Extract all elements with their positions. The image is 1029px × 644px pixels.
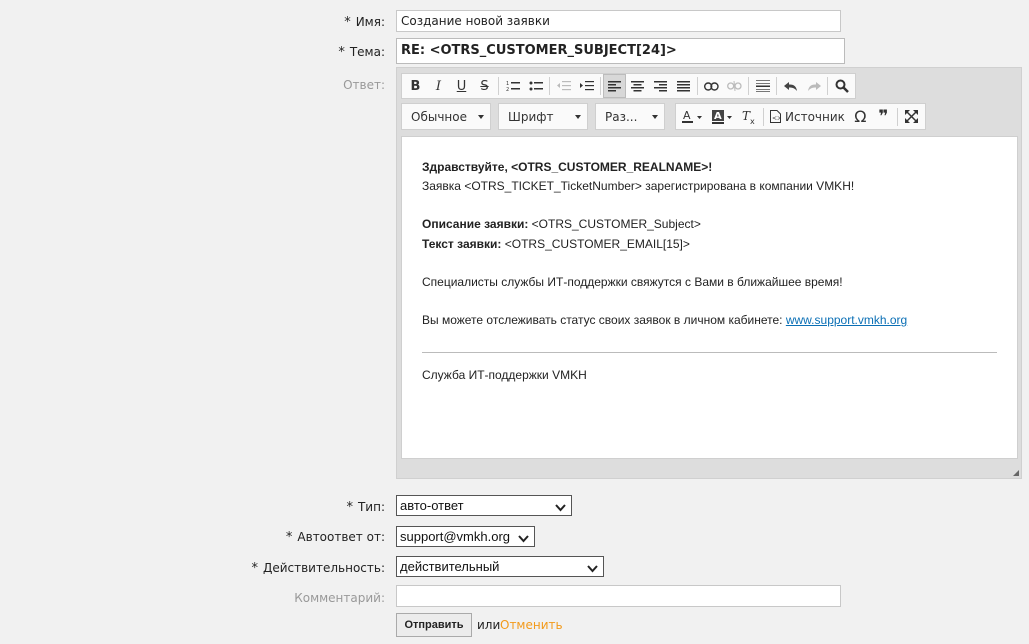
link-icon[interactable]	[700, 74, 723, 98]
required-mark: *	[285, 530, 293, 545]
comment-input[interactable]	[396, 585, 841, 607]
signature-line: Служба ИТ-поддержки VMKH	[422, 368, 587, 383]
special-char-icon[interactable]: Ω	[849, 105, 872, 129]
greeting-line: Здравствуйте, <OTRS_CUSTOMER_REALNAME>!	[422, 160, 713, 174]
answer-label: Ответ:	[343, 78, 385, 92]
align-center-icon[interactable]	[626, 74, 649, 98]
svg-text:A: A	[683, 110, 691, 122]
horizontal-line-icon[interactable]	[751, 74, 774, 98]
support-link[interactable]: www.support.vmkh.org	[786, 313, 907, 327]
editor-content[interactable]: Здравствуйте, <OTRS_CUSTOMER_REALNAME>! …	[401, 136, 1018, 459]
font-combo[interactable]: Шрифт	[498, 103, 588, 130]
track-line: Вы можете отслеживать статус своих заяво…	[422, 313, 908, 328]
required-mark: *	[338, 45, 345, 60]
chevron-down-icon	[555, 500, 566, 515]
align-left-icon[interactable]	[603, 74, 626, 98]
underline-button[interactable]: U	[450, 74, 473, 98]
subject-label: * Тема:	[338, 45, 385, 60]
bold-button[interactable]: B	[404, 74, 427, 98]
remove-format-icon[interactable]: Tx	[738, 105, 761, 129]
italic-button[interactable]: I	[427, 74, 450, 98]
background-color-icon[interactable]: A	[708, 105, 738, 129]
validity-select[interactable]: действительный	[396, 556, 604, 577]
or-text: или	[477, 618, 501, 632]
bulleted-list-icon[interactable]	[524, 74, 547, 98]
blockquote-icon[interactable]: ❞	[872, 105, 895, 129]
undo-icon[interactable]	[779, 74, 802, 98]
required-mark: *	[251, 561, 258, 576]
comment-label: Комментарий:	[294, 591, 385, 605]
unlink-icon[interactable]	[723, 74, 746, 98]
source-button[interactable]: <> Источник	[766, 105, 849, 129]
align-justify-icon[interactable]	[672, 74, 695, 98]
svg-text:<>: <>	[772, 115, 781, 122]
text-line: Текст заявки: <OTRS_CUSTOMER_EMAIL[15]>	[422, 236, 690, 251]
name-input[interactable]: Создание новой заявки	[396, 10, 841, 32]
maximize-icon[interactable]	[900, 105, 923, 129]
validity-label: * Действительность:	[251, 561, 385, 576]
strikethrough-button[interactable]: S	[473, 74, 496, 98]
ticket-line: Заявка <OTRS_TICKET_TicketNumber> зареги…	[422, 179, 855, 194]
chevron-down-icon	[518, 531, 529, 546]
cancel-link[interactable]: Отменить	[500, 618, 563, 632]
editor-toolbar-row1: B I U S 12	[401, 73, 856, 99]
specialists-line: Специалисты службы ИТ-поддержки свяжутся…	[422, 274, 843, 289]
numbered-list-icon[interactable]: 12	[501, 74, 524, 98]
svg-text:x: x	[750, 117, 755, 124]
format-combo[interactable]: Обычное	[401, 103, 491, 130]
outdent-icon[interactable]	[552, 74, 575, 98]
align-right-icon[interactable]	[649, 74, 672, 98]
svg-text:2: 2	[506, 87, 509, 92]
chevron-down-icon	[587, 561, 598, 576]
find-icon[interactable]	[830, 74, 853, 98]
style-group: A A Tx <> Источник Ω ❞	[675, 103, 926, 130]
description-line: Описание заявки: <OTRS_CUSTOMER_Subject>	[422, 217, 701, 232]
required-mark: *	[344, 15, 351, 30]
size-combo[interactable]: Раз...	[595, 103, 665, 130]
type-select[interactable]: авто-ответ	[396, 495, 572, 516]
submit-button[interactable]: Отправить	[396, 613, 472, 637]
text-color-icon[interactable]: A	[678, 105, 708, 129]
indent-icon[interactable]	[575, 74, 598, 98]
svg-text:A: A	[714, 111, 722, 122]
autoreply-select[interactable]: support@vmkh.org	[396, 526, 535, 547]
subject-input[interactable]: RE: <OTRS_CUSTOMER_SUBJECT[24]>	[396, 38, 845, 64]
type-label: * Тип:	[346, 500, 385, 515]
required-mark: *	[346, 500, 353, 515]
redo-icon[interactable]	[802, 74, 825, 98]
name-label: * Имя:	[344, 15, 385, 30]
rich-text-editor: B I U S 12 Обычное Шрифт Раз... A A T x …	[396, 67, 1022, 479]
resize-handle-icon[interactable]	[1013, 470, 1019, 476]
signature-divider	[422, 352, 997, 354]
autoreply-label: * Автоответ от:	[285, 530, 385, 545]
